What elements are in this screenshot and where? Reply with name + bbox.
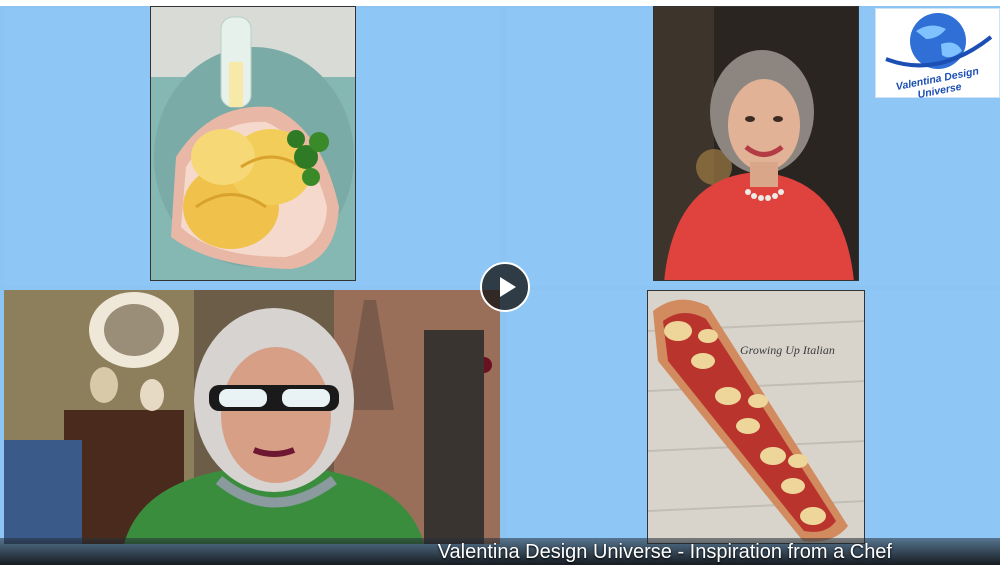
caption-bar: Valentina Design Universe - Inspiration …	[0, 538, 1000, 565]
guest-video-art	[654, 7, 858, 280]
brand-logo: Valentina Design Universe	[875, 8, 1000, 101]
food-photo-art	[151, 7, 355, 280]
food-photo	[150, 6, 356, 281]
play-icon	[500, 277, 516, 297]
pie-watermark-text: Growing Up Italian	[740, 343, 835, 357]
pie-photo-art	[648, 291, 864, 543]
video-title: Valentina Design Universe - Inspiration …	[437, 541, 892, 563]
host-video-art	[4, 290, 500, 544]
pie-photo: Growing Up Italian	[647, 290, 865, 544]
play-button[interactable]	[480, 262, 530, 312]
video-stage[interactable]: Valentina Design Universe Growing Up Ita…	[0, 6, 1000, 565]
guest-video-feed	[653, 6, 859, 281]
host-video-feed	[4, 290, 500, 544]
